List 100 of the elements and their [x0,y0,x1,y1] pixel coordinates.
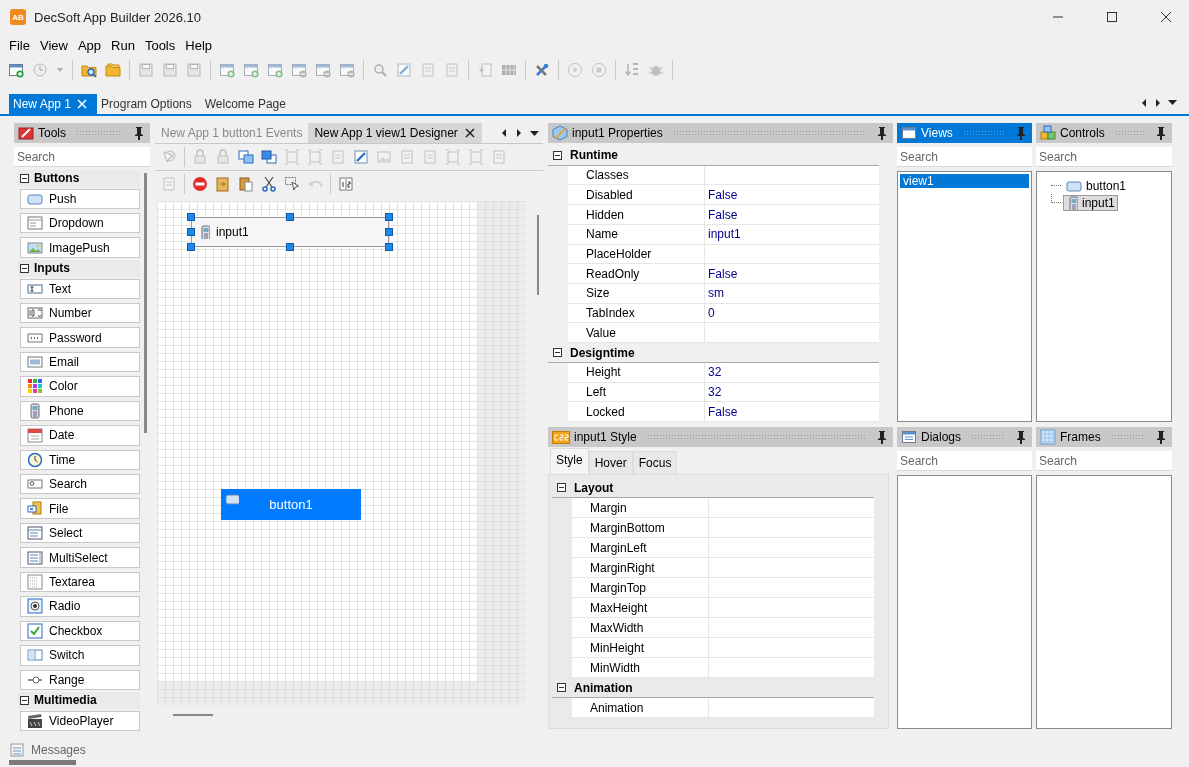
menu-item[interactable]: App [72,35,107,55]
group-header[interactable]: Multimedia [18,691,140,709]
collapse-icon[interactable] [553,150,562,160]
tool-item[interactable]: Number [20,302,140,324]
group-header[interactable]: Inputs [18,259,140,277]
back-icon[interactable] [477,62,493,78]
search-field[interactable]: Search [1036,451,1172,471]
scrollbar-thumb[interactable] [144,173,147,433]
document-icon[interactable] [444,62,460,78]
style-tab[interactable]: Focus [632,451,678,474]
tool-item[interactable]: Switch [20,645,140,666]
pointer-icon[interactable] [161,149,177,165]
button-control[interactable]: button1 [221,489,361,520]
tool-item[interactable]: Checkbox [20,620,140,642]
tree-item[interactable]: input1 [1063,194,1118,211]
lock-icon[interactable] [192,149,208,165]
property-value[interactable]: 32 [705,382,879,402]
dropdown-caret-icon[interactable] [530,129,539,137]
input-control[interactable]: input1 [191,217,389,247]
menu-item[interactable]: Tools [139,35,181,55]
tree-item[interactable]: button1 [1063,176,1130,195]
property-value[interactable]: False [705,402,879,422]
property-value[interactable]: input1 [705,224,879,244]
document-tab[interactable]: Program Options [97,94,201,114]
scroll-left-icon[interactable] [500,128,508,138]
grid-icon[interactable] [501,62,517,78]
style-tab[interactable]: Style [550,448,589,474]
pin-icon[interactable] [1014,430,1028,444]
scrollbar-thumb[interactable] [173,714,213,716]
tool-item[interactable]: Email [20,351,140,373]
tools-icon[interactable] [534,62,550,78]
dropdown-caret-icon[interactable] [1168,98,1177,106]
paste-icon[interactable] [238,176,254,192]
delete-icon[interactable] [192,176,208,192]
search-field[interactable]: Search [1036,147,1172,167]
frame-icon[interactable] [445,149,461,165]
editor-tab[interactable]: New App 1 view1 Designer [308,123,482,143]
select-icon[interactable] [284,176,300,192]
tool-item[interactable]: File [20,498,140,519]
scrollbar-thumb[interactable] [537,215,539,295]
picture-icon[interactable] [376,149,392,165]
window-remove-icon[interactable] [339,62,355,78]
tool-item[interactable]: Radio [20,596,140,617]
collapse-icon[interactable] [557,483,566,492]
tool-item[interactable]: Text [20,278,140,299]
property-value[interactable]: False [705,185,879,205]
folder-search-icon[interactable] [81,62,97,78]
search-field[interactable]: Search [897,147,1032,167]
tool-item[interactable]: Textarea [20,571,140,593]
scroll-right-icon[interactable] [515,128,523,138]
document-tab[interactable]: New App 1 [9,94,98,114]
save-as-icon[interactable] [162,62,178,78]
pin-icon[interactable] [875,430,889,444]
stop-icon[interactable] [591,62,607,78]
view-page[interactable]: input1 button1 [157,201,477,681]
collapse-icon[interactable] [553,348,562,358]
close-icon[interactable] [463,127,476,139]
menu-item[interactable]: View [34,35,73,55]
document-tab[interactable]: Welcome Page [200,94,295,114]
frame-icon[interactable] [284,149,300,165]
window-add-icon[interactable] [243,62,259,78]
pencil-icon[interactable] [353,149,369,165]
tool-item[interactable]: Color [20,376,140,397]
property-value[interactable]: 32 [705,362,879,382]
tool-item[interactable]: Dropdown [20,213,140,234]
scroll-right-icon[interactable] [1154,98,1162,108]
sort-icon[interactable] [624,62,640,78]
collapse-icon[interactable] [20,695,29,705]
scroll-left-icon[interactable] [1140,98,1148,108]
tool-item[interactable]: Phone [20,400,140,422]
window-add-icon[interactable] [219,62,235,78]
menu-item[interactable]: Help [180,35,217,55]
tool-item[interactable]: Time [20,449,140,470]
tool-item[interactable]: VideoPlayer [20,710,140,731]
window-remove-icon[interactable] [291,62,307,78]
paste-special-icon[interactable] [215,176,231,192]
menu-item[interactable]: File [4,35,35,55]
messages-tab[interactable]: Messages [31,743,86,757]
clock-icon[interactable] [32,62,48,78]
pin-icon[interactable] [132,126,146,140]
collapse-icon[interactable] [20,173,29,183]
play-icon[interactable] [567,62,583,78]
menu-item[interactable]: Run [106,35,140,55]
property-value[interactable]: 0 [705,303,879,323]
pin-icon[interactable] [1154,126,1168,140]
collapse-icon[interactable] [557,683,566,692]
design-canvas[interactable]: input1 button1 [157,201,525,705]
window-add-icon[interactable] [267,62,283,78]
resize-handle[interactable] [286,243,294,251]
pin-icon[interactable] [875,126,889,140]
send-back-icon[interactable] [261,149,277,165]
collapse-icon[interactable] [20,263,29,273]
tool-item[interactable]: Select [20,522,140,544]
save-all-icon[interactable] [186,62,202,78]
tool-item[interactable]: ImagePush [20,237,140,258]
window-remove-icon[interactable] [315,62,331,78]
page-icon[interactable] [161,176,177,192]
tool-item[interactable]: Range [20,669,140,690]
edit-icon[interactable] [396,62,412,78]
unlock-icon[interactable] [215,149,231,165]
